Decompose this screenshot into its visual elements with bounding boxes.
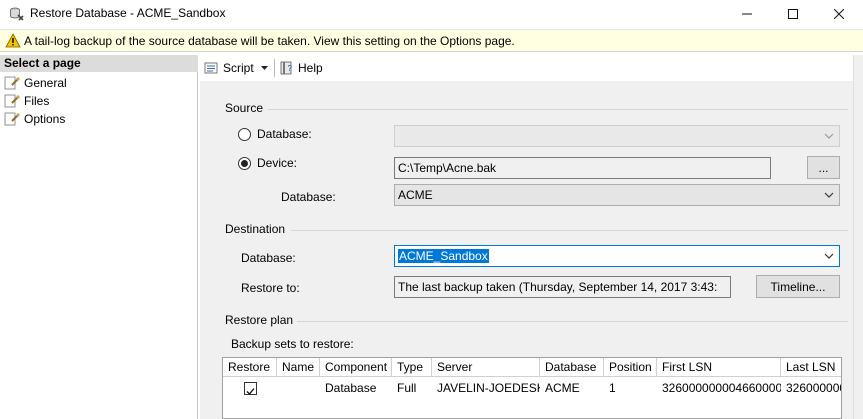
- destination-database-combo[interactable]: ACME_Sandbox: [394, 245, 840, 267]
- page-item-general[interactable]: General: [4, 74, 67, 92]
- checkmark-icon: [246, 387, 255, 395]
- page-item-files[interactable]: Files: [4, 92, 49, 110]
- general-page-panel: Source Database: Device: C:\Temp\Acne.ba…: [200, 81, 853, 419]
- device-path-value: C:\Temp\Acne.bak: [398, 161, 497, 175]
- radio-selected-dot: [241, 160, 248, 167]
- page-item-label: Options: [24, 112, 66, 126]
- source-database-radio[interactable]: [238, 128, 251, 141]
- page-item-label: Files: [24, 94, 50, 108]
- server-cell: JAVELIN-JOEDESK: [437, 381, 540, 395]
- minimize-icon: [742, 13, 752, 15]
- svg-text:?: ?: [288, 64, 293, 73]
- close-icon: [834, 9, 844, 19]
- source-database-radio-label: Database:: [257, 127, 312, 141]
- maximize-button[interactable]: [770, 0, 816, 28]
- source-database-select[interactable]: ACME: [394, 184, 840, 206]
- position-cell: 1: [609, 381, 616, 395]
- column-header-last-lsn[interactable]: Last LSN: [781, 358, 841, 377]
- section-divider: [268, 109, 848, 110]
- help-label: Help: [298, 61, 323, 75]
- close-button[interactable]: [816, 0, 862, 28]
- title-bar: Restore Database - ACME_Sandbox: [0, 0, 863, 28]
- chevron-down-icon: [824, 133, 834, 139]
- page-wrench-icon: [4, 94, 20, 108]
- help-book-icon: ?: [280, 61, 293, 75]
- component-cell: Database: [325, 381, 377, 395]
- restore-to-field: The last backup taken (Thursday, Septemb…: [394, 276, 731, 298]
- script-button[interactable]: Script: [204, 59, 269, 77]
- column-header-component[interactable]: Component: [320, 358, 392, 377]
- destination-section-title: Destination: [225, 222, 286, 236]
- minimize-button[interactable]: [724, 0, 770, 28]
- destination-database-value: ACME_Sandbox: [398, 249, 489, 263]
- column-header-type[interactable]: Type: [392, 358, 432, 377]
- warning-bar: A tail-log backup of the source database…: [0, 29, 863, 52]
- script-icon: [204, 62, 218, 74]
- type-cell: Full: [397, 381, 417, 395]
- section-divider: [297, 321, 848, 322]
- chevron-down-icon: [824, 192, 834, 198]
- browse-device-button[interactable]: ...: [807, 156, 840, 179]
- warning-message: A tail-log backup of the source database…: [24, 34, 515, 48]
- device-path-field[interactable]: C:\Temp\Acne.bak: [394, 157, 771, 179]
- name-cell: [277, 378, 320, 398]
- column-header-position[interactable]: Position: [604, 358, 657, 377]
- backup-sets-grid[interactable]: Restore Name Component Type Server Datab…: [222, 357, 842, 419]
- column-header-restore[interactable]: Restore: [223, 358, 277, 377]
- source-database-combo: [394, 125, 840, 147]
- database-cell: ACME: [545, 381, 580, 395]
- script-label: Script: [223, 61, 254, 75]
- destination-database-label: Database:: [241, 251, 296, 265]
- chevron-down-icon: [824, 253, 834, 259]
- toolbar: Script ? Help: [200, 55, 863, 81]
- timeline-label: Timeline...: [770, 279, 826, 294]
- window-title: Restore Database - ACME_Sandbox: [30, 6, 226, 20]
- page-item-label: General: [24, 76, 67, 90]
- restore-plan-section-title: Restore plan: [225, 313, 294, 327]
- column-header-first-lsn[interactable]: First LSN: [657, 358, 781, 377]
- restore-to-value: The last backup taken (Thursday, Septemb…: [398, 280, 718, 294]
- backup-sets-label: Backup sets to restore:: [231, 337, 354, 351]
- page-wrench-icon: [4, 112, 20, 126]
- help-button[interactable]: ? Help: [279, 59, 323, 77]
- column-header-name[interactable]: Name: [277, 358, 320, 377]
- chevron-down-icon: [260, 66, 268, 70]
- first-lsn-cell: 32600000000466000071: [662, 381, 781, 395]
- source-database-value: ACME: [398, 188, 433, 202]
- vertical-scrollbar[interactable]: [853, 55, 863, 419]
- source-device-radio-label: Device:: [257, 156, 298, 170]
- column-header-database[interactable]: Database: [540, 358, 604, 377]
- page-item-options[interactable]: Options: [4, 110, 65, 128]
- last-lsn-cell: 326000000: [786, 381, 842, 395]
- warning-icon: [5, 33, 21, 48]
- restore-to-label: Restore to:: [241, 281, 300, 295]
- page-wrench-icon: [4, 76, 20, 90]
- restore-cell[interactable]: [223, 378, 277, 398]
- restore-checkbox[interactable]: [243, 381, 257, 395]
- section-divider: [291, 230, 848, 231]
- restore-database-icon: [10, 7, 24, 21]
- browse-label: ...: [818, 160, 829, 175]
- maximize-icon: [788, 9, 798, 19]
- timeline-button[interactable]: Timeline...: [756, 275, 840, 298]
- toolbar-separator: [274, 59, 275, 77]
- column-header-server[interactable]: Server: [432, 358, 540, 377]
- source-section-title: Source: [225, 101, 264, 115]
- source-database-label: Database:: [281, 190, 336, 204]
- page-selector-pane: Select a page General Files Options: [0, 55, 198, 419]
- source-device-radio[interactable]: [238, 157, 251, 170]
- select-page-header: Select a page: [0, 55, 198, 72]
